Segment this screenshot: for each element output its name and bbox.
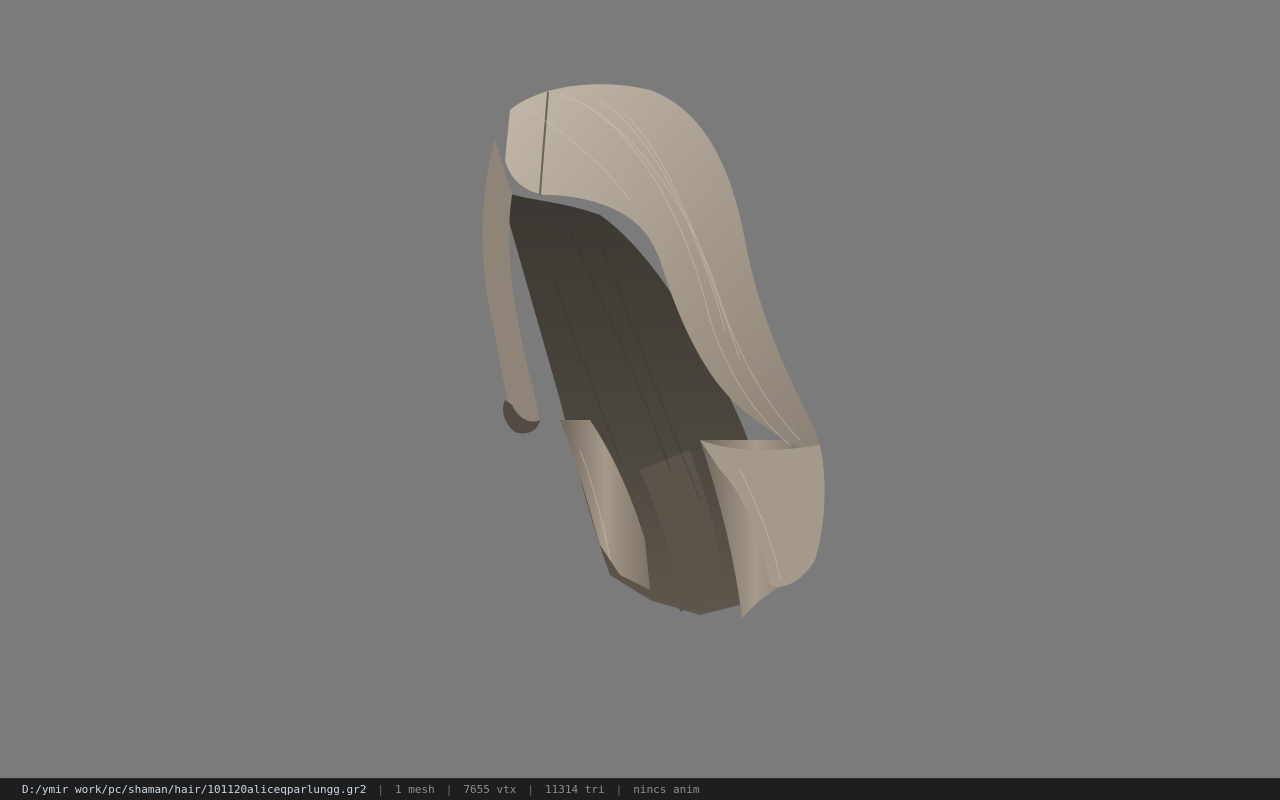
vertex-count: 7655 vtx [463,783,517,796]
status-bar: D:/ymir work/pc/shaman/hair/101120aliceq… [0,778,1280,800]
separator: | [527,783,534,796]
separator: | [445,783,453,796]
separator: | [615,783,623,796]
anim-info: nincs anim [633,783,700,796]
file-path: D:/ymir work/pc/shaman/hair/101120aliceq… [22,783,367,796]
hair-model[interactable] [0,0,1280,778]
mesh-count: 1 mesh [395,783,435,796]
separator: | [377,783,384,796]
triangle-count: 11314 tri [544,783,605,796]
3d-viewport[interactable] [0,0,1280,778]
